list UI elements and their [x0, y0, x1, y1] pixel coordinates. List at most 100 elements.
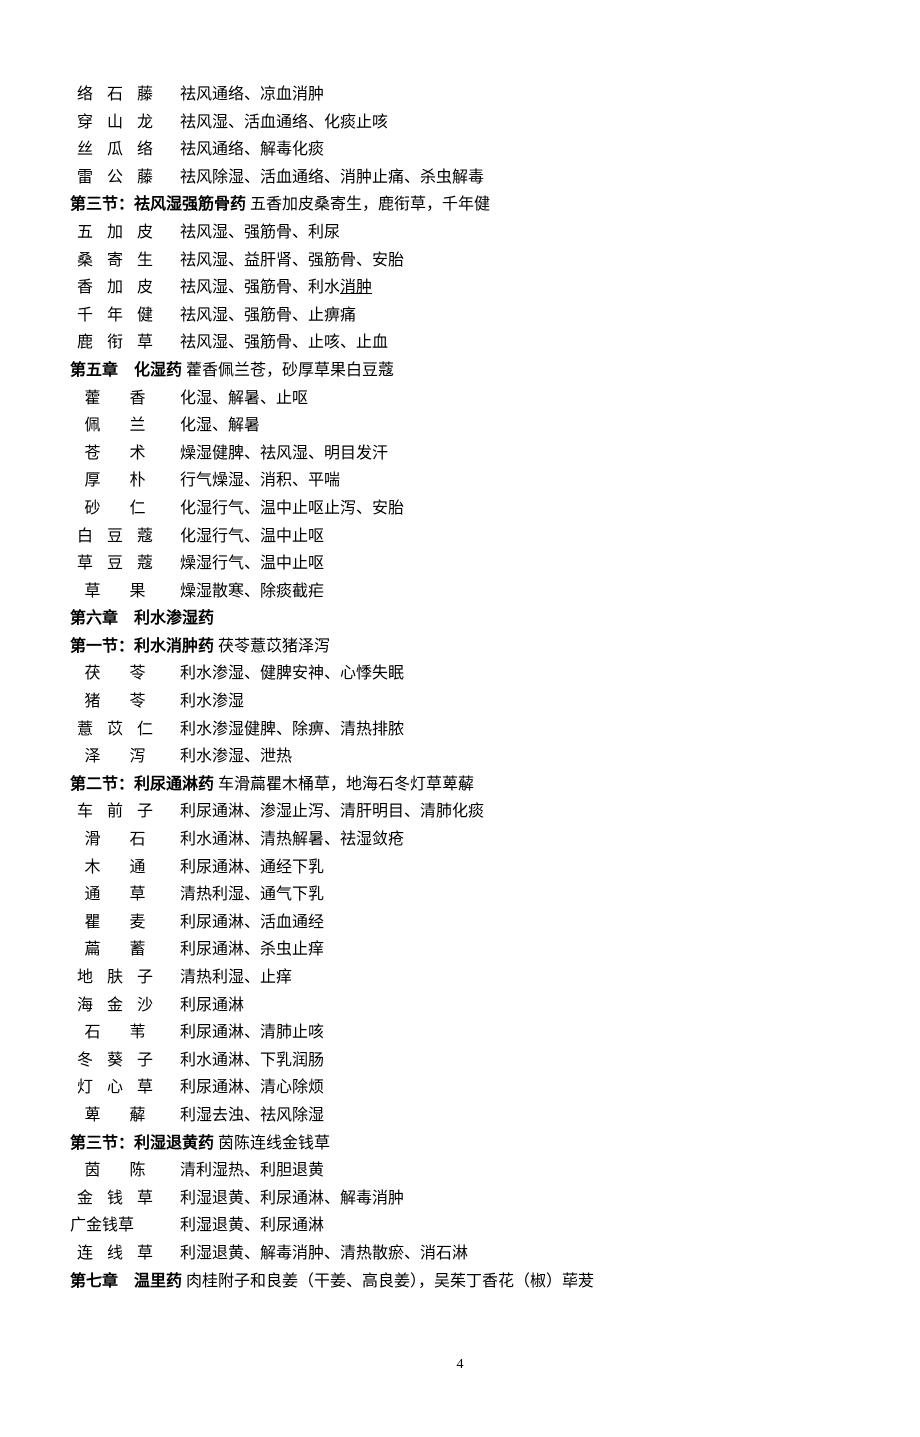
herb-description: 祛风湿、活血通络、化痰止咳 — [160, 110, 388, 136]
herb-row: 灯心草利尿通淋、清心除烦 — [70, 1075, 850, 1101]
herb-description: 利水渗湿、健脾安神、心悸失眠 — [160, 661, 404, 687]
herb-name: 穿山龙 — [70, 110, 160, 136]
herb-name: 千年健 — [70, 303, 160, 329]
herb-name: 草果 — [70, 579, 160, 605]
heading-title: 第七章 温里药 — [70, 1273, 182, 1290]
herb-row: 络石藤祛风通络、凉血消肿 — [70, 82, 850, 108]
heading-note: 藿香佩兰苍，砂厚草果白豆蔻 — [182, 362, 394, 379]
herb-row: 白豆蔻化湿行气、温中止呕 — [70, 524, 850, 550]
heading-title: 第一节：利水消肿药 — [70, 638, 214, 655]
herb-name: 白豆蔻 — [70, 524, 160, 550]
herb-name: 砂仁 — [70, 496, 160, 522]
section-heading: 第五章 化湿药 藿香佩兰苍，砂厚草果白豆蔻 — [70, 358, 850, 384]
section-heading: 第三节：利湿退黄药 茵陈连线金钱草 — [70, 1131, 850, 1157]
herb-name: 猪苓 — [70, 689, 160, 715]
herb-description: 利尿通淋、渗湿止泻、清肝明目、清肺化痰 — [160, 799, 484, 825]
herb-row: 通草清热利湿、通气下乳 — [70, 882, 850, 908]
herb-name: 茵陈 — [70, 1158, 160, 1184]
section-heading: 第二节：利尿通淋药 车滑萹瞿木桶草，地海石冬灯草萆薢 — [70, 772, 850, 798]
herb-row: 砂仁化湿行气、温中止呕止泻、安胎 — [70, 496, 850, 522]
herb-name: 草豆蔻 — [70, 551, 160, 577]
herb-name: 萆薢 — [70, 1103, 160, 1129]
herb-name: 厚朴 — [70, 468, 160, 494]
herb-row: 厚朴行气燥湿、消积、平喘 — [70, 468, 850, 494]
herb-row: 桑寄生祛风湿、益肝肾、强筋骨、安胎 — [70, 248, 850, 274]
herb-description: 利尿通淋 — [160, 993, 244, 1019]
herb-description: 利尿通淋、清心除烦 — [160, 1075, 324, 1101]
herb-name: 雷公藤 — [70, 165, 160, 191]
herb-name: 地肤子 — [70, 965, 160, 991]
herb-row: 滑石利水通淋、清热解暑、祛湿敛疮 — [70, 827, 850, 853]
herb-description: 祛风湿、强筋骨、利水消肿 — [160, 275, 372, 301]
herb-description: 燥湿散寒、除痰截疟 — [160, 579, 324, 605]
herb-row: 冬葵子利水通淋、下乳润肠 — [70, 1048, 850, 1074]
herb-name: 佩兰 — [70, 413, 160, 439]
herb-description: 祛风通络、解毒化痰 — [160, 137, 324, 163]
herb-description: 利湿退黄、利尿通淋、解毒消肿 — [160, 1186, 404, 1212]
herb-description: 祛风通络、凉血消肿 — [160, 82, 324, 108]
heading-title: 第三节：利湿退黄药 — [70, 1135, 214, 1152]
herb-name: 木通 — [70, 855, 160, 881]
herb-row: 千年健祛风湿、强筋骨、止痹痛 — [70, 303, 850, 329]
herb-description: 利尿通淋、活血通经 — [160, 910, 324, 936]
herb-row: 地肤子清热利湿、止痒 — [70, 965, 850, 991]
herb-name: 鹿衔草 — [70, 330, 160, 356]
herb-name: 灯心草 — [70, 1075, 160, 1101]
herb-name: 通草 — [70, 882, 160, 908]
herb-description: 化湿、解暑 — [160, 413, 260, 439]
page-number: 4 — [70, 1354, 850, 1376]
herb-description: 利水通淋、下乳润肠 — [160, 1048, 324, 1074]
herb-name: 桑寄生 — [70, 248, 160, 274]
herb-description: 燥湿健脾、祛风湿、明目发汗 — [160, 441, 388, 467]
herb-name: 藿香 — [70, 386, 160, 412]
herb-row: 穿山龙祛风湿、活血通络、化痰止咳 — [70, 110, 850, 136]
section-heading: 第三节：祛风湿强筋骨药 五香加皮桑寄生，鹿衔草，千年健 — [70, 192, 850, 218]
herb-description: 祛风湿、益肝肾、强筋骨、安胎 — [160, 248, 404, 274]
herb-row: 连线草利湿退黄、解毒消肿、清热散瘀、消石淋 — [70, 1241, 850, 1267]
document-page: 络石藤祛风通络、凉血消肿穿山龙祛风湿、活血通络、化痰止咳丝瓜络祛风通络、解毒化痰… — [0, 0, 920, 1437]
heading-title: 第二节：利尿通淋药 — [70, 776, 214, 793]
herb-name: 香加皮 — [70, 275, 160, 301]
herb-row: 萆薢利湿去浊、祛风除湿 — [70, 1103, 850, 1129]
heading-note: 茯苓薏苡猪泽泻 — [214, 638, 330, 655]
herb-name: 茯苓 — [70, 661, 160, 687]
herb-name: 泽泻 — [70, 744, 160, 770]
herb-row: 猪苓利水渗湿 — [70, 689, 850, 715]
herb-row: 金钱草利湿退黄、利尿通淋、解毒消肿 — [70, 1186, 850, 1212]
herb-row: 鹿衔草祛风湿、强筋骨、止咳、止血 — [70, 330, 850, 356]
herb-description: 清热利湿、通气下乳 — [160, 882, 324, 908]
herb-description: 行气燥湿、消积、平喘 — [160, 468, 340, 494]
herb-row: 佩兰化湿、解暑 — [70, 413, 850, 439]
herb-row: 雷公藤祛风除湿、活血通络、消肿止痛、杀虫解毒 — [70, 165, 850, 191]
heading-note: 茵陈连线金钱草 — [214, 1135, 330, 1152]
herb-description: 清利湿热、利胆退黄 — [160, 1158, 324, 1184]
herb-row: 木通利尿通淋、通经下乳 — [70, 855, 850, 881]
herb-row: 草豆蔻燥湿行气、温中止呕 — [70, 551, 850, 577]
heading-note: 肉桂附子和良姜（干姜、高良姜），吴茱丁香花（椒）荜茇 — [182, 1273, 594, 1290]
herb-name: 滑石 — [70, 827, 160, 853]
heading-title: 第三节：祛风湿强筋骨药 — [70, 196, 246, 213]
herb-description: 利湿退黄、利尿通淋 — [160, 1213, 324, 1239]
underlined-text: 消肿 — [340, 279, 372, 296]
herb-row: 苍术燥湿健脾、祛风湿、明目发汗 — [70, 441, 850, 467]
herb-name: 车前子 — [70, 799, 160, 825]
herb-name: 金钱草 — [70, 1186, 160, 1212]
heading-title: 第五章 化湿药 — [70, 362, 182, 379]
herb-row: 藿香化湿、解暑、止呕 — [70, 386, 850, 412]
herb-name: 冬葵子 — [70, 1048, 160, 1074]
herb-name: 络石藤 — [70, 82, 160, 108]
herb-name: 海金沙 — [70, 993, 160, 1019]
herb-name: 瞿麦 — [70, 910, 160, 936]
herb-row: 瞿麦利尿通淋、活血通经 — [70, 910, 850, 936]
herb-name: 广金钱草 — [70, 1213, 160, 1239]
herb-description: 利尿通淋、通经下乳 — [160, 855, 324, 881]
heading-note: 车滑萹瞿木桶草，地海石冬灯草萆薢 — [214, 776, 474, 793]
herb-description: 祛风湿、强筋骨、止咳、止血 — [160, 330, 388, 356]
herb-description: 利尿通淋、杀虫止痒 — [160, 937, 324, 963]
herb-name: 五加皮 — [70, 220, 160, 246]
herb-row: 车前子利尿通淋、渗湿止泻、清肝明目、清肺化痰 — [70, 799, 850, 825]
heading-title: 第六章 利水渗湿药 — [70, 610, 214, 627]
herb-description: 利湿去浊、祛风除湿 — [160, 1103, 324, 1129]
herb-row: 泽泻利水渗湿、泄热 — [70, 744, 850, 770]
herb-row: 香加皮祛风湿、强筋骨、利水消肿 — [70, 275, 850, 301]
